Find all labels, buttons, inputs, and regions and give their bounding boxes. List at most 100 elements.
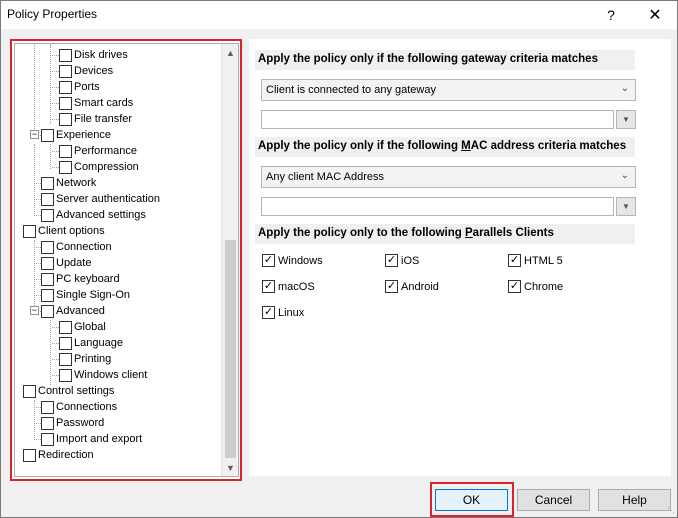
tree-item-checkbox[interactable] <box>41 208 54 222</box>
tree-item-checkbox[interactable] <box>41 192 54 206</box>
tree-item[interactable]: Single Sign-On <box>41 287 130 303</box>
collapse-icon[interactable]: − <box>30 130 39 139</box>
tree-item-checkbox[interactable] <box>23 448 36 462</box>
tree-item-checkbox[interactable] <box>41 416 54 430</box>
mac-text-field[interactable] <box>261 197 614 216</box>
gateway-text-field[interactable] <box>261 110 614 129</box>
tree-item[interactable]: Global <box>59 319 106 335</box>
tree-item[interactable]: Control settings <box>23 383 114 399</box>
tree-item-checkbox[interactable] <box>59 368 72 382</box>
tree-item-checkbox[interactable] <box>41 432 54 446</box>
tree-item-label: Client options <box>38 225 105 237</box>
tree-item[interactable]: Language <box>59 335 123 351</box>
gateway-criteria-combo[interactable]: Client is connected to any gateway ⌄ <box>261 79 636 101</box>
client-option[interactable]: ✓ Android <box>385 280 439 293</box>
scroll-up-icon[interactable]: ▲ <box>222 44 238 61</box>
tree-scrollbar[interactable]: ▲ ▼ <box>221 44 238 476</box>
tree-connector <box>52 119 59 120</box>
client-option[interactable]: ✓ HTML 5 <box>508 254 563 267</box>
checkmark-icon[interactable]: ✓ <box>508 280 521 293</box>
tree-item[interactable]: Windows client <box>59 367 147 383</box>
tree-item[interactable]: Disk drives <box>59 47 128 63</box>
tree-item-checkbox[interactable] <box>41 256 54 270</box>
tree-item-checkbox[interactable] <box>41 288 54 302</box>
tree-item-checkbox[interactable] <box>59 48 72 62</box>
help-button[interactable]: Help <box>598 489 671 511</box>
close-button[interactable]: ✕ <box>633 1 677 29</box>
cancel-button[interactable]: Cancel <box>517 489 590 511</box>
tree-item-checkbox[interactable] <box>59 80 72 94</box>
checkmark-icon[interactable]: ✓ <box>508 254 521 267</box>
tree-item[interactable]: Printing <box>59 351 111 367</box>
tree-item-checkbox[interactable] <box>23 224 36 238</box>
tree-item[interactable]: Smart cards <box>59 95 133 111</box>
checkmark-icon[interactable]: ✓ <box>385 280 398 293</box>
triangle-down-icon[interactable]: ▼ <box>616 110 636 129</box>
tree-item[interactable]: Compression <box>59 159 139 175</box>
tree-item-checkbox[interactable] <box>59 320 72 334</box>
tree-item[interactable]: Performance <box>59 143 137 159</box>
tree-item-checkbox[interactable] <box>59 64 72 78</box>
tree-item-checkbox[interactable] <box>41 400 54 414</box>
tree-item-label: Password <box>56 417 105 429</box>
tree-connector <box>34 400 35 440</box>
collapse-icon[interactable]: − <box>30 306 39 315</box>
tree-connector <box>34 423 41 424</box>
tree-item[interactable]: Ports <box>59 79 100 95</box>
client-option[interactable]: ✓ Linux <box>262 306 304 319</box>
client-option[interactable]: ✓ Windows <box>262 254 323 267</box>
tree-item[interactable]: Advanced settings <box>41 207 146 223</box>
tree-item-label: Disk drives <box>74 49 128 61</box>
tree-item[interactable]: Server authentication <box>41 191 160 207</box>
tree-item[interactable]: File transfer <box>59 111 132 127</box>
tree-item-checkbox[interactable] <box>41 272 54 286</box>
triangle-down-icon[interactable]: ▼ <box>616 197 636 216</box>
tree-item[interactable]: PC keyboard <box>41 271 120 287</box>
tree-item-checkbox[interactable] <box>59 336 72 350</box>
tree-item-label: Update <box>56 257 92 269</box>
tree-item[interactable]: Connections <box>41 399 117 415</box>
tree-item-checkbox[interactable] <box>59 96 72 110</box>
tree-item[interactable]: Network <box>41 175 96 191</box>
tree-item[interactable]: Redirection <box>23 447 94 463</box>
client-option[interactable]: ✓ macOS <box>262 280 315 293</box>
tree-item-checkbox[interactable] <box>41 128 54 142</box>
client-option[interactable]: ✓ Chrome <box>508 280 563 293</box>
checkmark-icon[interactable]: ✓ <box>262 254 275 267</box>
tree-item-label: Connection <box>56 241 112 253</box>
tree-item[interactable]: Devices <box>59 63 113 79</box>
tree-item[interactable]: Password <box>41 415 104 431</box>
tree-item[interactable]: Advanced <box>41 303 105 319</box>
tree-connector <box>34 279 41 280</box>
resize-grip-icon[interactable]: ⋱ <box>667 506 675 515</box>
policy-tree[interactable]: Disk drives Devices Ports Smart cards File t… <box>14 43 239 477</box>
tree-item-checkbox[interactable] <box>41 240 54 254</box>
checkmark-icon[interactable]: ✓ <box>385 254 398 267</box>
tree-item-checkbox[interactable] <box>59 352 72 366</box>
ok-button[interactable]: OK <box>435 489 508 511</box>
scroll-thumb[interactable] <box>225 240 236 458</box>
tree-connector <box>52 327 59 328</box>
tree-item-checkbox[interactable] <box>59 112 72 126</box>
help-title-button[interactable]: ? <box>589 1 633 29</box>
tree-item-label: Import and export <box>56 433 143 445</box>
tree-item[interactable]: Experience <box>41 127 111 143</box>
tree-item[interactable]: Connection <box>41 239 112 255</box>
checkmark-icon[interactable]: ✓ <box>262 280 275 293</box>
tree-item-checkbox[interactable] <box>23 384 36 398</box>
tree-item[interactable]: Update <box>41 255 91 271</box>
tree-item-label: Control settings <box>38 385 115 397</box>
tree-item[interactable]: Import and export <box>41 431 142 447</box>
tree-item-checkbox[interactable] <box>59 160 72 174</box>
tree-item-checkbox[interactable] <box>41 176 54 190</box>
scroll-down-icon[interactable]: ▼ <box>222 459 238 476</box>
chevron-down-icon: ⌄ <box>620 83 629 94</box>
tree-item[interactable]: Client options <box>23 223 105 239</box>
client-option[interactable]: ✓ iOS <box>385 254 419 267</box>
tree-item-checkbox[interactable] <box>41 304 54 318</box>
tree-item-checkbox[interactable] <box>59 144 72 158</box>
mac-criteria-combo[interactable]: Any client MAC Address ⌄ <box>261 166 636 188</box>
checkmark-icon[interactable]: ✓ <box>262 306 275 319</box>
title-bar: Policy Properties ? ✕ <box>1 1 677 29</box>
tree-item-label: Ports <box>74 81 100 93</box>
